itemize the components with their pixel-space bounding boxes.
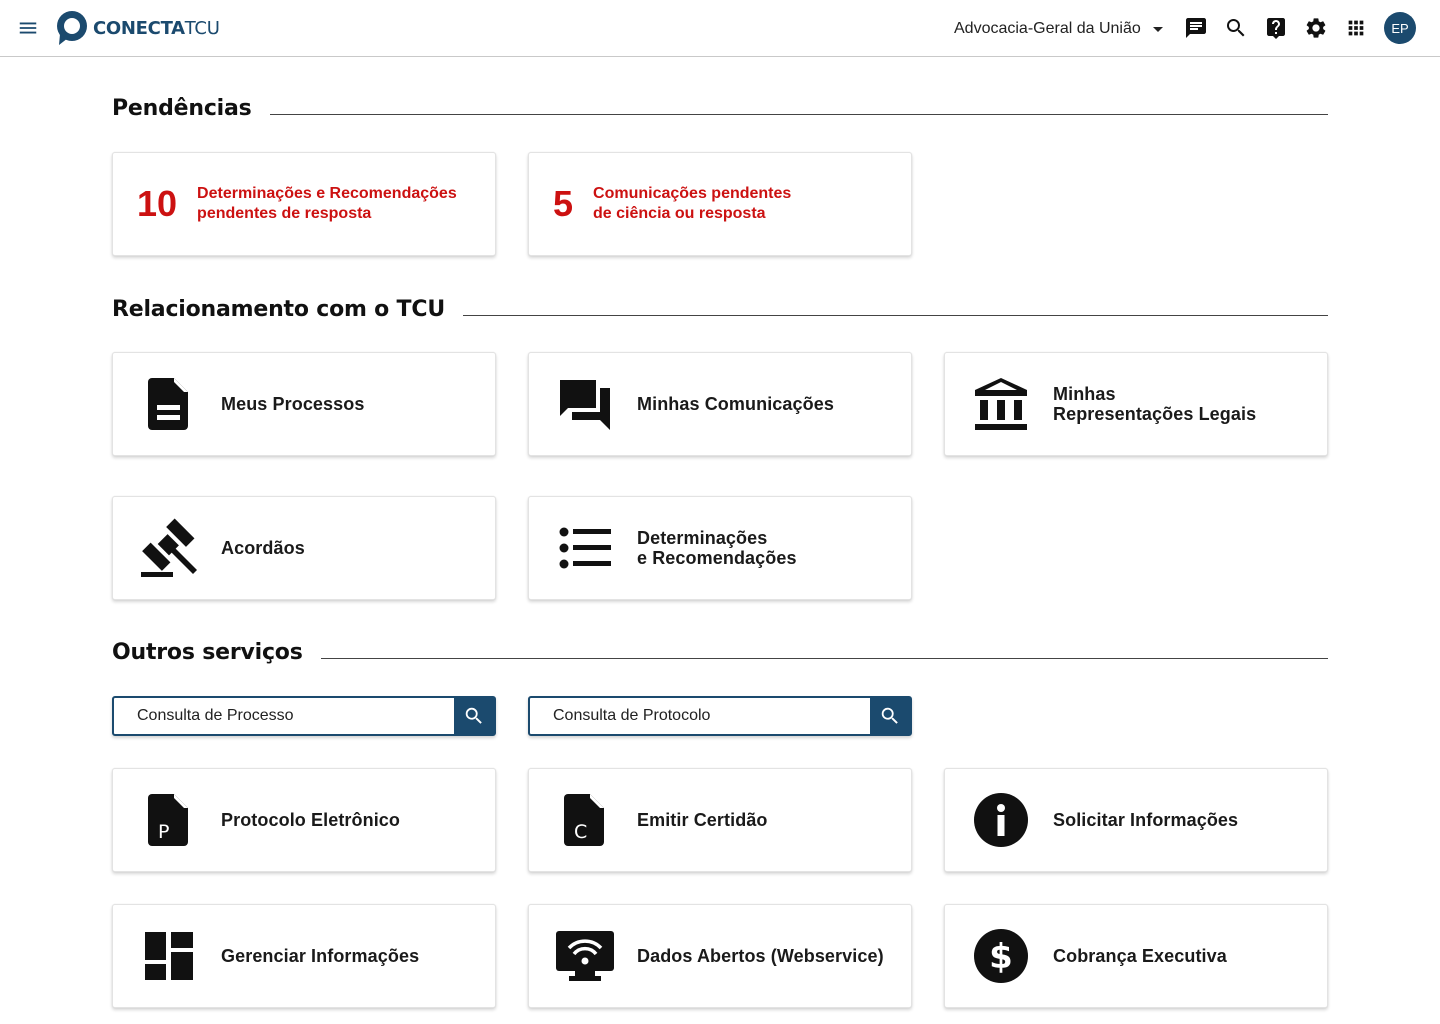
- info-icon: [971, 790, 1031, 850]
- card-label: Minhas Representações Legais: [1053, 384, 1257, 424]
- section-divider: [462, 315, 1328, 316]
- card-minhas-comunicacoes[interactable]: Minhas Comunicações: [528, 352, 912, 456]
- section-divider: [269, 114, 1328, 115]
- conectatcu-logo[interactable]: CONECTATCU: [55, 10, 220, 46]
- menu-icon[interactable]: [14, 14, 42, 42]
- certificate-file-icon: C: [555, 790, 615, 850]
- card-cobranca-executiva[interactable]: $ Cobrança Executiva: [944, 904, 1328, 1008]
- webservice-icon: [555, 926, 615, 986]
- organization-label: Advocacia-Geral da União: [954, 20, 1141, 37]
- svg-text:C: C: [574, 821, 587, 843]
- card-label: Emitir Certidão: [637, 810, 768, 830]
- section-title-relacionamento: Relacionamento com o TCU: [112, 297, 445, 322]
- consulta-processo-search: [112, 696, 496, 736]
- consulta-protocolo-search: [528, 696, 912, 736]
- card-label: Meus Processos: [221, 394, 365, 414]
- logo-bubble-icon: [57, 11, 87, 45]
- card-label: Acordãos: [221, 538, 305, 558]
- card-label: Minhas Comunicações: [637, 394, 834, 414]
- section-title-pendencias: Pendências: [112, 96, 252, 121]
- pending-text: Comunicações pendentes de ciência ou res…: [593, 185, 792, 222]
- apps-icon[interactable]: [1343, 15, 1369, 41]
- help-icon[interactable]: [1263, 15, 1289, 41]
- forum-icon: [555, 374, 615, 434]
- card-label: Gerenciar Informações: [221, 946, 420, 966]
- pending-text: Determinações e Recomendações pendentes …: [197, 185, 457, 222]
- pending-count: 10: [137, 183, 178, 224]
- card-solicitar-informacoes[interactable]: Solicitar Informações: [944, 768, 1328, 872]
- card-label: Cobrança Executiva: [1053, 946, 1227, 966]
- search-icon: [465, 707, 482, 724]
- card-dados-abertos[interactable]: Dados Abertos (Webservice): [528, 904, 912, 1008]
- search-icon: [881, 707, 898, 724]
- svg-text:$: $: [989, 937, 1013, 977]
- logo-text: CONECTATCU: [93, 17, 220, 39]
- gavel-icon: [139, 518, 199, 578]
- consulta-protocolo-input[interactable]: [530, 698, 870, 734]
- section-divider: [320, 658, 1328, 659]
- card-gerenciar-informacoes[interactable]: Gerenciar Informações: [112, 904, 496, 1008]
- section-relacionamento: Relacionamento com o TCU: [112, 297, 1328, 322]
- chat-icon[interactable]: [1183, 15, 1209, 41]
- pending-count: 5: [553, 183, 574, 224]
- card-label: Determinações e Recomendações: [637, 528, 797, 568]
- settings-icon[interactable]: [1303, 15, 1329, 41]
- user-avatar[interactable]: EP: [1384, 12, 1416, 44]
- chevron-down-icon: [1152, 26, 1163, 32]
- section-title-outros: Outros serviços: [112, 640, 303, 665]
- card-label: Protocolo Eletrônico: [221, 810, 401, 830]
- card-protocolo-eletronico[interactable]: P Protocolo Eletrônico: [112, 768, 496, 872]
- document-icon: [139, 374, 199, 434]
- dollar-icon: $: [971, 926, 1031, 986]
- bank-icon: [971, 374, 1031, 434]
- section-outros-servicos: Outros serviços: [112, 640, 1328, 665]
- card-label: Dados Abertos (Webservice): [637, 946, 884, 966]
- top-bar: CONECTATCU Advocacia-Geral da União EP: [0, 0, 1440, 57]
- consulta-protocolo-button[interactable]: [870, 698, 910, 734]
- svg-text:P: P: [158, 821, 169, 843]
- organization-select[interactable]: Advocacia-Geral da União: [954, 17, 1163, 41]
- list-icon: [555, 518, 615, 578]
- card-representacoes-legais[interactable]: Minhas Representações Legais: [944, 352, 1328, 456]
- dashboard-icon: [139, 926, 199, 986]
- consulta-processo-input[interactable]: [114, 698, 454, 734]
- card-meus-processos[interactable]: Meus Processos: [112, 352, 496, 456]
- section-pendencias: Pendências: [112, 96, 1328, 121]
- card-determinacoes-recomendacoes[interactable]: Determinações e Recomendações: [528, 496, 912, 600]
- card-label: Solicitar Informações: [1053, 810, 1239, 830]
- card-emitir-certidao[interactable]: C Emitir Certidão: [528, 768, 912, 872]
- card-acordaos[interactable]: Acordãos: [112, 496, 496, 600]
- consulta-processo-button[interactable]: [454, 698, 494, 734]
- pending-card-comunicacoes[interactable]: 5 Comunicações pendentes de ciência ou r…: [528, 152, 912, 256]
- pending-card-determinacoes[interactable]: 10 Determinações e Recomendações pendent…: [112, 152, 496, 256]
- search-icon[interactable]: [1223, 15, 1249, 41]
- protocol-file-icon: P: [139, 790, 199, 850]
